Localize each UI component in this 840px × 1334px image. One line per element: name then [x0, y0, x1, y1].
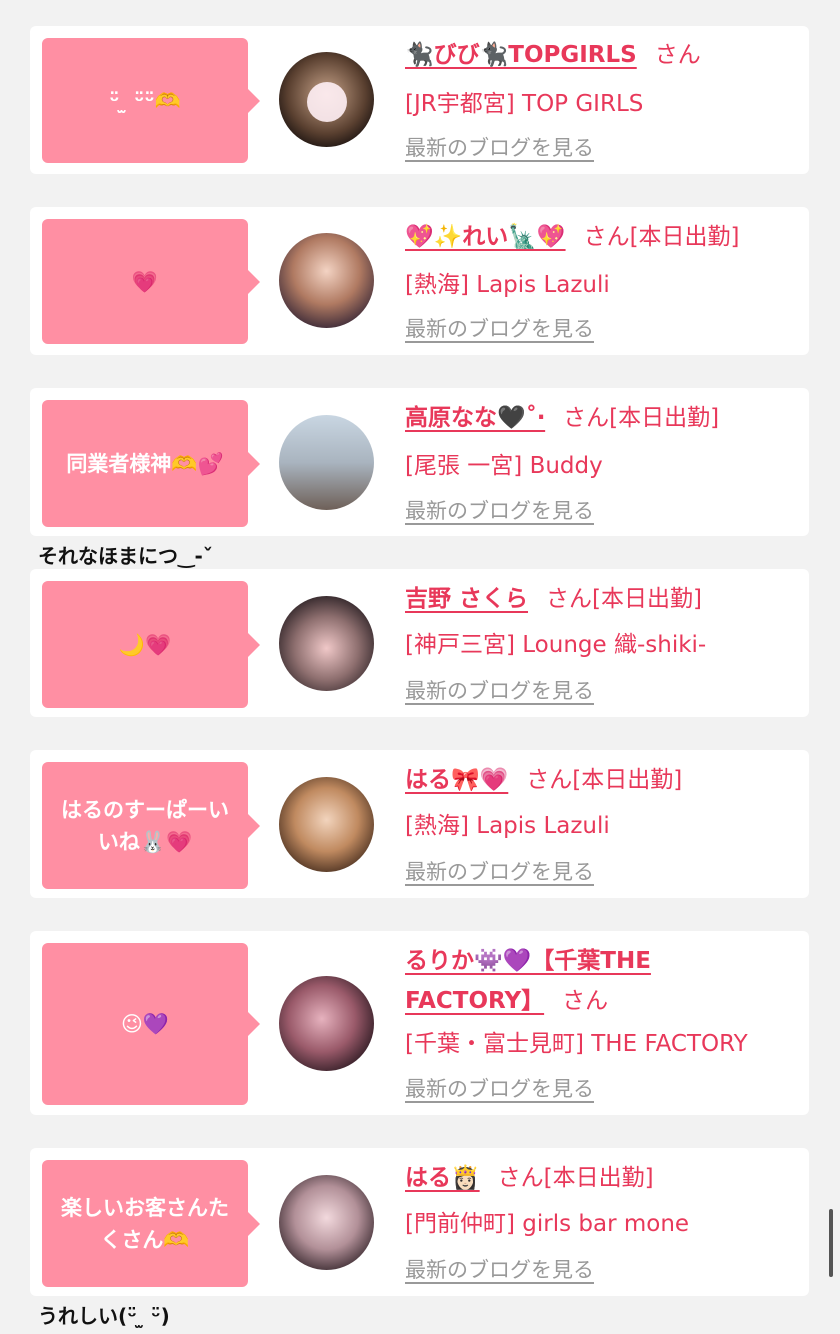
san-label: さん[本日出勤] — [497, 1165, 654, 1191]
comment-bubble: 同業者様神🫶💕 — [42, 400, 260, 527]
blog-card: ᵕ̈ ̫ ᵕ̈ᵕ̈🫶 🐈‍⬛びび🐈‍⬛TOPGIRLS さん [JR宇都宮] TO… — [30, 26, 809, 174]
girl-name-link[interactable]: 💖✨れい🗽💖 — [405, 224, 566, 250]
comment-bubble: 💗 — [42, 219, 260, 344]
comment-bubble: 🌙💗 — [42, 581, 260, 708]
san-label: さん[本日出勤] — [563, 405, 720, 431]
shop-name: [千葉・富士見町] THE FACTORY — [405, 1031, 748, 1057]
girl-name-link[interactable]: はる🎀💗 — [405, 767, 508, 793]
shop-name: [JR宇都宮] TOP GIRLS — [405, 91, 644, 117]
avatar[interactable] — [279, 52, 374, 147]
blog-card: 😉💜 るりか👾💜【千葉THE FACTORY】 さん [千葉・富士見町] THE … — [30, 931, 809, 1115]
girl-name-line: 🐈‍⬛びび🐈‍⬛TOPGIRLS さん — [405, 35, 795, 75]
girl-name-line: はる👸🏻 さん[本日出勤] — [405, 1158, 795, 1198]
comment-bubble: はるのすーぱーいいね🐰💗 — [42, 762, 260, 889]
latest-blog-link[interactable]: 最新のブログを見る — [405, 1073, 594, 1103]
avatar[interactable] — [279, 976, 374, 1071]
san-label: さん — [562, 988, 609, 1014]
comment-bubble: 楽しいお客さんたくさん🫶 — [42, 1160, 260, 1287]
girl-name-line: 💖✨れい🗽💖 さん[本日出勤] — [405, 217, 795, 257]
avatar[interactable] — [279, 596, 374, 691]
latest-blog-link[interactable]: 最新のブログを見る — [405, 495, 594, 525]
shop-name: [神戸三宮] Lounge 織-shiki- — [405, 632, 707, 658]
comment-bubble: 😉💜 — [42, 943, 260, 1105]
girl-name-line: るりか👾💜【千葉THE FACTORY】 さん — [405, 941, 705, 1021]
girl-name-link[interactable]: 🐈‍⬛びび🐈‍⬛TOPGIRLS — [405, 42, 637, 68]
latest-blog-link[interactable]: 最新のブログを見る — [405, 856, 594, 886]
girl-name-link[interactable]: はる👸🏻 — [405, 1165, 480, 1191]
latest-blog-link[interactable]: 最新のブログを見る — [405, 675, 594, 705]
san-label: さん[本日出勤] — [546, 586, 702, 612]
latest-blog-link[interactable]: 最新のブログを見る — [405, 313, 594, 343]
avatar[interactable] — [279, 1175, 374, 1270]
girl-name-link[interactable]: 吉野 さくら — [405, 586, 528, 612]
blog-card: 🌙💗 吉野 さくら さん[本日出勤] [神戸三宮] Lounge 織-shiki-… — [30, 569, 809, 717]
girl-name-link[interactable]: 高原なな🖤˚‧ — [405, 405, 545, 431]
shop-name: [熱海] Lapis Lazuli — [405, 813, 610, 839]
blog-card: 楽しいお客さんたくさん🫶 はる👸🏻 さん[本日出勤] [門前仲町] girls b… — [30, 1148, 809, 1296]
comment-bubble: ᵕ̈ ̫ ᵕ̈ᵕ̈🫶 — [42, 38, 260, 163]
blog-card: 同業者様神🫶💕 高原なな🖤˚‧ さん[本日出勤] [尾張 一宮] Buddy 最新… — [30, 388, 809, 536]
girl-name-line: 吉野 さくら さん[本日出勤] — [405, 579, 795, 619]
shop-name: [門前仲町] girls bar mone — [405, 1211, 690, 1237]
shop-name: [熱海] Lapis Lazuli — [405, 272, 610, 298]
avatar[interactable] — [279, 415, 374, 510]
avatar[interactable] — [279, 233, 374, 328]
girl-name-line: はる🎀💗 さん[本日出勤] — [405, 760, 795, 800]
latest-blog-link[interactable]: 最新のブログを見る — [405, 132, 594, 162]
san-label: さん — [654, 42, 701, 68]
blog-card: 💗 💖✨れい🗽💖 さん[本日出勤] [熱海] Lapis Lazuli 最新のブロ… — [30, 207, 809, 355]
san-label: さん[本日出勤] — [526, 767, 683, 793]
blog-card: はるのすーぱーいいね🐰💗 はる🎀💗 さん[本日出勤] [熱海] Lapis Laz… — [30, 750, 809, 898]
san-label: さん[本日出勤] — [583, 224, 740, 250]
girl-name-link[interactable]: るりか👾💜【千葉THE FACTORY】 — [405, 948, 651, 1014]
user-comment: うれしい(ᵕ̈ ̫ ᵕ̈) — [38, 1304, 170, 1328]
girl-name-line: 高原なな🖤˚‧ さん[本日出勤] — [405, 398, 795, 438]
scrollbar[interactable] — [829, 1209, 833, 1277]
shop-name: [尾張 一宮] Buddy — [405, 453, 603, 479]
user-comment: それなほまにつ‿-ˇ — [38, 544, 213, 568]
latest-blog-link[interactable]: 最新のブログを見る — [405, 1254, 594, 1284]
avatar[interactable] — [279, 777, 374, 872]
